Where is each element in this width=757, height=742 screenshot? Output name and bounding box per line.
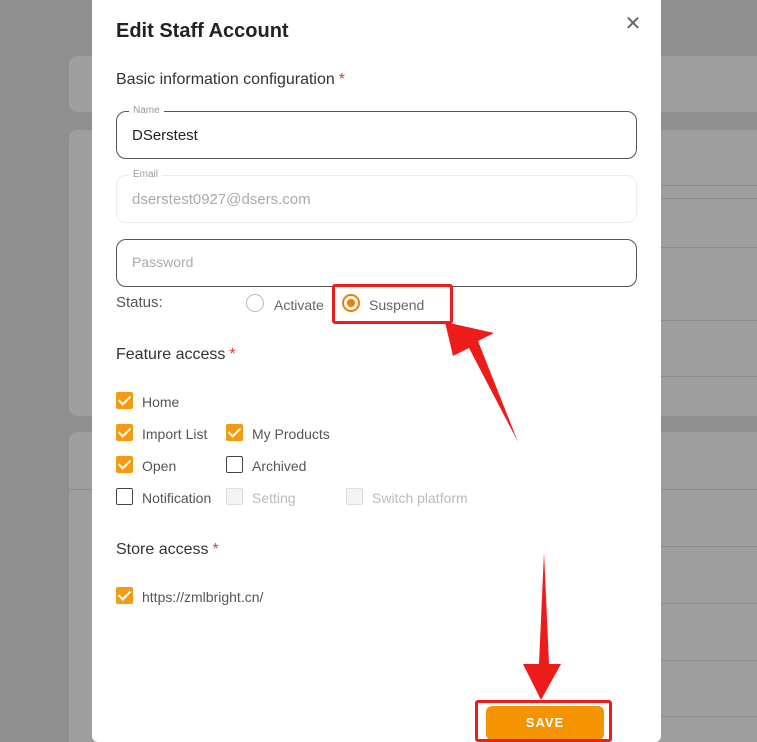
background-divider bbox=[69, 489, 92, 490]
background-divider bbox=[661, 376, 757, 377]
password-input[interactable] bbox=[132, 254, 612, 270]
background-divider bbox=[661, 603, 757, 604]
import-list-checkbox[interactable] bbox=[116, 424, 133, 441]
my-products-checkbox[interactable] bbox=[226, 424, 243, 441]
basic-info-title: Basic information configuration bbox=[116, 71, 335, 88]
background-divider bbox=[661, 247, 757, 248]
edit-staff-modal: Edit Staff Account ✕ Basic information c… bbox=[92, 0, 661, 742]
required-mark: * bbox=[338, 71, 346, 88]
feature-access-heading: Feature access * bbox=[116, 346, 236, 364]
basic-info-heading: Basic information configuration * bbox=[116, 71, 345, 89]
switch-platform-checkbox-label: Switch platform bbox=[372, 490, 468, 506]
my-products-checkbox-label[interactable]: My Products bbox=[252, 426, 330, 442]
activate-radio[interactable] bbox=[246, 294, 264, 312]
background-divider bbox=[661, 320, 757, 321]
feature-access-title: Feature access bbox=[116, 346, 226, 363]
modal-title: Edit Staff Account bbox=[116, 20, 289, 42]
email-field: Email dserstest0927@dsers.com bbox=[116, 169, 637, 223]
switch-platform-checkbox bbox=[346, 488, 363, 505]
status-label: Status: bbox=[116, 294, 163, 311]
save-highlight-box bbox=[475, 700, 612, 742]
name-field-label: Name bbox=[129, 105, 164, 116]
close-icon[interactable]: ✕ bbox=[623, 14, 643, 34]
name-field[interactable]: Name DSerstest bbox=[116, 105, 637, 159]
store-access-title: Store access bbox=[116, 541, 209, 558]
email-field-value: dserstest0927@dsers.com bbox=[132, 191, 311, 208]
background-divider bbox=[661, 489, 757, 490]
store-checkbox[interactable] bbox=[116, 587, 133, 604]
background-divider bbox=[661, 660, 757, 661]
store-access-heading: Store access * bbox=[116, 541, 219, 559]
notification-checkbox[interactable] bbox=[116, 488, 133, 505]
setting-checkbox bbox=[226, 488, 243, 505]
background-divider bbox=[661, 185, 757, 186]
suspend-highlight-box bbox=[332, 284, 453, 324]
open-checkbox-label[interactable]: Open bbox=[142, 458, 176, 474]
password-field[interactable] bbox=[116, 239, 637, 287]
archived-checkbox-label[interactable]: Archived bbox=[252, 458, 306, 474]
background-divider bbox=[661, 198, 757, 199]
activate-radio-label[interactable]: Activate bbox=[274, 297, 324, 313]
notification-checkbox-label[interactable]: Notification bbox=[142, 490, 211, 506]
setting-checkbox-label: Setting bbox=[252, 490, 296, 506]
required-mark: * bbox=[212, 541, 219, 558]
open-checkbox[interactable] bbox=[116, 456, 133, 473]
background-divider bbox=[661, 716, 757, 717]
import-list-checkbox-label[interactable]: Import List bbox=[142, 426, 207, 442]
archived-checkbox[interactable] bbox=[226, 456, 243, 473]
background-divider bbox=[661, 546, 757, 547]
home-checkbox-label[interactable]: Home bbox=[142, 394, 179, 410]
required-mark: * bbox=[229, 346, 236, 363]
store-checkbox-label[interactable]: https://zmlbright.cn/ bbox=[142, 589, 263, 605]
home-checkbox[interactable] bbox=[116, 392, 133, 409]
email-field-label: Email bbox=[129, 169, 163, 180]
name-field-value: DSerstest bbox=[132, 127, 198, 144]
